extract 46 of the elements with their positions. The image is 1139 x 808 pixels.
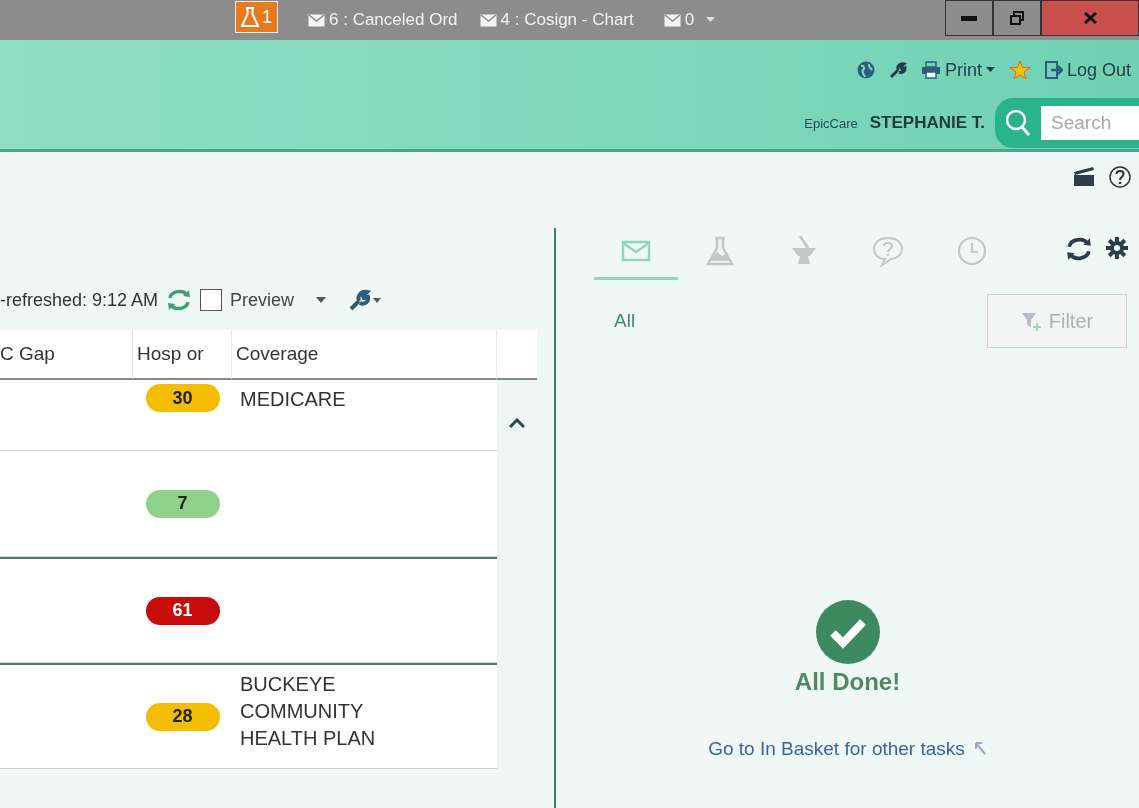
flask-icon <box>241 7 259 27</box>
caret-icon <box>706 17 716 23</box>
coverage-text: MEDICARE <box>240 387 347 412</box>
preview-checkbox[interactable]: Preview <box>200 289 295 311</box>
print-button[interactable]: Print <box>920 59 995 81</box>
printer-icon <box>920 61 941 79</box>
help-icon[interactable] <box>1109 166 1131 188</box>
filter-label: All <box>614 310 636 332</box>
hospital-count-badge: 28 <box>145 702 220 731</box>
clapperboard-icon[interactable] <box>1073 166 1095 186</box>
in-basket-link[interactable]: Go to In Basket for other tasks <box>708 738 987 760</box>
chevron-up-icon[interactable] <box>509 418 525 428</box>
restore-button[interactable] <box>993 0 1041 36</box>
refresh-icon[interactable] <box>1065 236 1093 262</box>
star-icon[interactable] <box>1008 60 1031 80</box>
search-field[interactable]: Search <box>995 98 1139 148</box>
wrench-icon[interactable] <box>888 61 907 79</box>
close-icon <box>1083 12 1097 24</box>
hospital-count-badge: 30 <box>145 384 220 412</box>
mail-icon <box>479 13 497 27</box>
restore-icon <box>1010 11 1024 25</box>
filter-icon <box>1020 311 1041 331</box>
all-done-message: All Done! <box>794 668 901 696</box>
log-out-icon <box>1044 61 1063 79</box>
check-circle-icon <box>815 600 880 664</box>
user-name: STEPHANIE T. <box>869 113 985 133</box>
table-row[interactable]: 61 <box>0 557 497 663</box>
minimize-icon <box>961 15 977 21</box>
caret-icon[interactable] <box>316 297 327 303</box>
globe-icon[interactable] <box>856 61 875 79</box>
mail-icon <box>308 13 325 27</box>
caret-icon <box>985 67 995 73</box>
table-row[interactable]: 28 BUCKEYE COMMUNITY HEALTH PLAN <box>0 663 497 769</box>
return-arrow-icon <box>972 741 987 757</box>
wrench-icon[interactable] <box>348 289 383 311</box>
search-icon <box>1005 109 1031 137</box>
minimize-button[interactable] <box>945 0 993 36</box>
hospital-count-badge: 61 <box>145 596 220 625</box>
log-out-button[interactable]: Log Out <box>1044 59 1131 81</box>
app-name: EpicCare <box>804 115 858 131</box>
speech-bubble-icon <box>870 234 906 268</box>
coverage-text: BUCKEYE COMMUNITY HEALTH PLAN <box>240 672 377 751</box>
close-button[interactable] <box>1041 0 1139 36</box>
refreshed-time: -refreshed: 9:12 AM <box>0 289 159 311</box>
mail-icon <box>663 13 681 27</box>
hospital-count-badge: 7 <box>145 489 220 518</box>
